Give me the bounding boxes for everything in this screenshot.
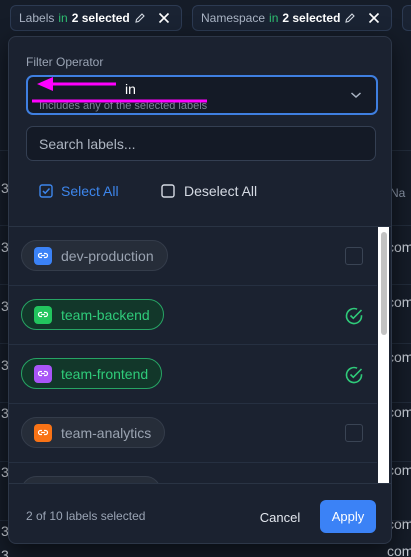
check-circle-icon[interactable]	[344, 306, 364, 326]
labels-chip-operator: in	[58, 11, 68, 25]
deselect-all-button[interactable]: Deselect All	[161, 183, 257, 199]
selection-status: 2 of 10 labels selected	[26, 509, 146, 523]
namespace-chip-operator: in	[269, 11, 279, 25]
table-cell: com	[387, 543, 411, 557]
chevron-down-icon	[351, 92, 361, 99]
label-list: dev-production team-backend team-fronten…	[9, 227, 391, 483]
namespace-filter-chip[interactable]: Namespace in 2 selected	[192, 5, 392, 31]
label-row-team-backend[interactable]: team-backend	[9, 286, 377, 345]
link-icon	[34, 305, 52, 324]
label-pill: dev-production	[21, 240, 168, 271]
table-cell: 3	[1, 547, 9, 557]
apply-button[interactable]: Apply	[320, 500, 376, 533]
operator-value: in	[125, 81, 136, 97]
link-icon	[34, 423, 52, 442]
label-pill	[21, 476, 161, 483]
labels-filter-chip[interactable]: Labels in 2 selected	[10, 5, 182, 31]
scrollbar-thumb[interactable]	[381, 232, 387, 335]
filter-operator-title: Filter Operator	[26, 55, 104, 69]
checkbox-checked-icon	[39, 184, 53, 198]
labels-chip-count: 2 selected	[71, 11, 130, 25]
edit-pencil-icon[interactable]	[344, 12, 356, 24]
label-pill: team-analytics	[21, 417, 166, 448]
cancel-button[interactable]: Cancel	[249, 501, 311, 533]
label-row-team-analytics[interactable]: team-analytics	[9, 404, 377, 463]
namespace-chip-name: Namespace	[201, 11, 266, 25]
label-row-partial[interactable]	[9, 463, 377, 483]
link-icon	[34, 364, 52, 383]
label-pill: team-frontend	[21, 358, 163, 389]
label-filter-dropdown: Filter Operator in Includes any of the s…	[8, 36, 392, 544]
checkbox-empty-icon	[161, 184, 175, 198]
label-row-team-frontend[interactable]: team-frontend	[9, 345, 377, 404]
divider	[9, 483, 391, 484]
close-icon[interactable]	[158, 12, 170, 24]
check-circle-icon[interactable]	[344, 365, 364, 385]
label-row-dev-production[interactable]: dev-production	[9, 227, 377, 286]
label-name: team-analytics	[61, 424, 152, 441]
close-icon[interactable]	[368, 12, 380, 24]
search-input[interactable]	[26, 126, 376, 161]
labels-chip-name: Labels	[19, 11, 55, 25]
label-name: dev-production	[61, 247, 154, 264]
next-filter-chip[interactable]	[402, 5, 411, 31]
namespace-chip-count: 2 selected	[282, 11, 341, 25]
row-checkbox[interactable]	[345, 424, 363, 442]
label-name: team-backend	[61, 306, 150, 323]
operator-select[interactable]: in Includes any of the selected labels	[26, 75, 378, 115]
label-pill: team-backend	[21, 299, 164, 330]
select-all-button[interactable]: Select All	[39, 183, 119, 199]
select-all-label: Select All	[61, 183, 119, 199]
operator-description: Includes any of the selected labels	[39, 100, 208, 112]
row-checkbox[interactable]	[345, 247, 363, 265]
deselect-all-label: Deselect All	[184, 183, 258, 199]
link-icon	[34, 246, 52, 265]
label-name: team-frontend	[61, 365, 149, 382]
edit-pencil-icon[interactable]	[134, 12, 146, 24]
